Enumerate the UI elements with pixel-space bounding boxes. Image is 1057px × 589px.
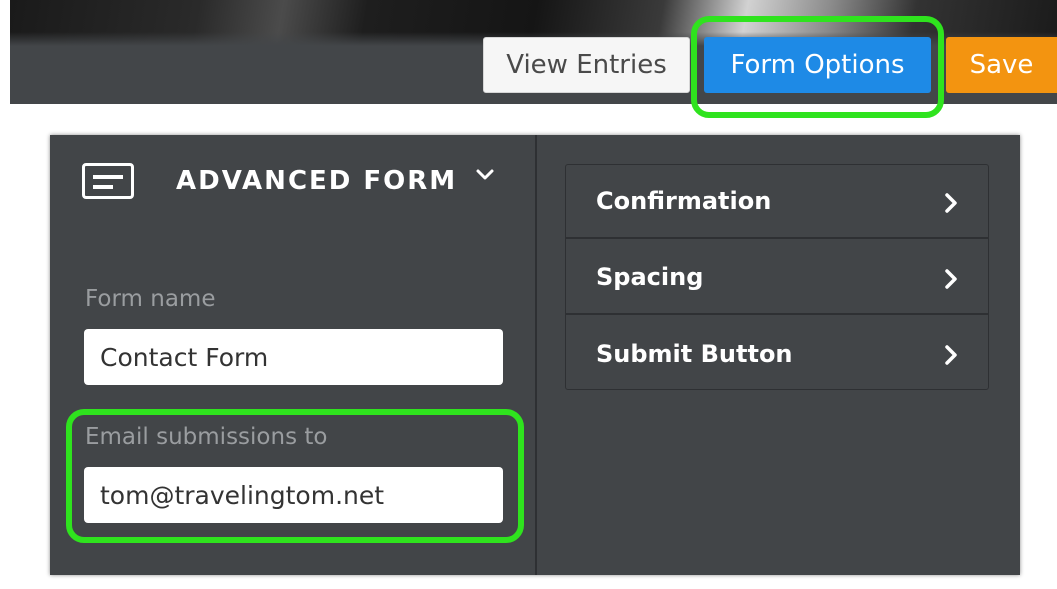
save-button[interactable]: Save bbox=[946, 37, 1057, 93]
chevron-down-icon[interactable] bbox=[475, 166, 495, 184]
panel-divider bbox=[535, 135, 537, 575]
option-label: Confirmation bbox=[596, 187, 772, 215]
option-label: Spacing bbox=[596, 263, 704, 291]
email-submissions-label: Email submissions to bbox=[85, 424, 328, 450]
form-icon bbox=[82, 163, 134, 199]
form-options-button[interactable]: Form Options bbox=[704, 37, 931, 93]
option-confirmation[interactable]: Confirmation bbox=[566, 165, 988, 239]
view-entries-button[interactable]: View Entries bbox=[483, 37, 690, 93]
option-spacing[interactable]: Spacing bbox=[566, 241, 988, 315]
chevron-right-icon bbox=[945, 193, 957, 213]
chevron-right-icon bbox=[945, 269, 957, 289]
page-edge bbox=[0, 0, 10, 589]
form-type-title[interactable]: ADVANCED FORM bbox=[176, 163, 457, 199]
form-name-input[interactable] bbox=[84, 329, 503, 385]
chevron-right-icon bbox=[945, 345, 957, 365]
option-submit-button[interactable]: Submit Button bbox=[566, 317, 988, 391]
option-label: Submit Button bbox=[596, 340, 793, 368]
email-submissions-input[interactable] bbox=[84, 467, 503, 523]
form-name-label: Form name bbox=[85, 286, 216, 312]
